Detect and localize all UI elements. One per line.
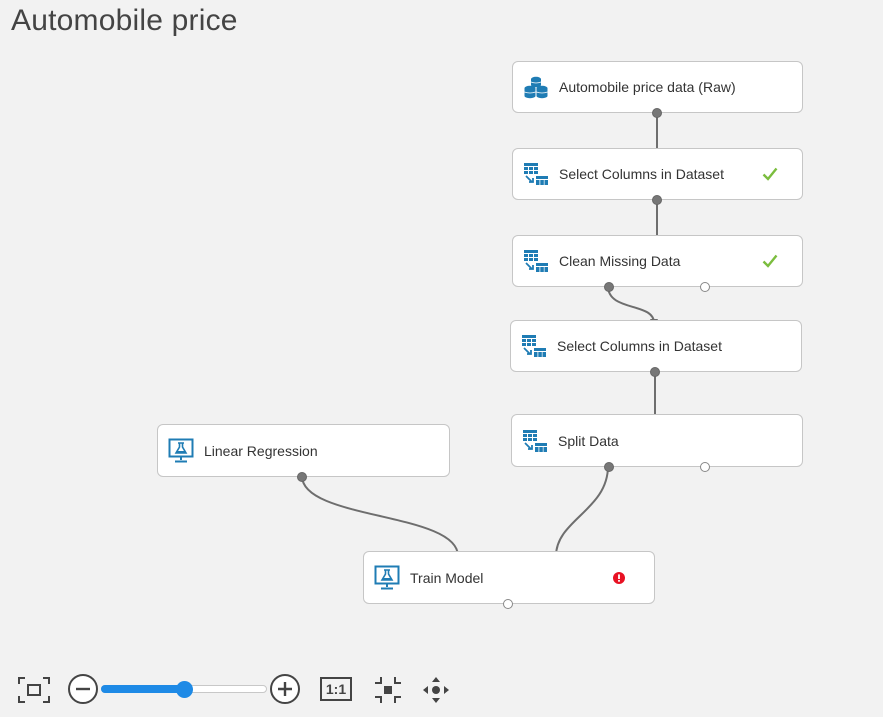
data-transform-icon — [522, 335, 546, 357]
output-port[interactable] — [652, 195, 662, 205]
zoom-in-icon[interactable] — [269, 673, 301, 705]
ml-model-icon — [168, 438, 194, 462]
error-icon[interactable] — [613, 571, 625, 584]
module-label: Split Data — [558, 432, 619, 449]
zoom-slider-thumb[interactable] — [175, 681, 193, 698]
module-label: Automobile price data (Raw) — [559, 79, 736, 95]
module-label: Train Model — [410, 569, 484, 586]
pan-icon[interactable] — [421, 675, 451, 705]
output-port[interactable] — [297, 472, 307, 482]
output-port[interactable] — [700, 462, 710, 472]
module-train-model[interactable]: Train Model — [363, 551, 655, 609]
module-linear-regression[interactable]: Linear Regression — [157, 424, 450, 482]
output-port[interactable] — [652, 108, 662, 118]
actual-size-label: 1:1 — [325, 681, 347, 697]
edge-clean-to-select2 — [607, 285, 658, 327]
module-label: Linear Regression — [204, 442, 318, 459]
output-port[interactable] — [650, 367, 660, 377]
module-label: Clean Missing Data — [559, 253, 681, 269]
output-port[interactable] — [604, 462, 614, 472]
data-transform-icon — [524, 163, 548, 185]
module-select-columns-2[interactable]: Select Columns in Dataset — [510, 320, 802, 377]
module-clean-missing-data[interactable]: Clean Missing Data — [512, 235, 803, 292]
output-port[interactable] — [700, 282, 710, 292]
checkmark-icon — [762, 254, 778, 268]
module-label: Select Columns in Dataset — [557, 338, 722, 354]
zoom-out-icon[interactable] — [67, 673, 99, 705]
module-automobile-price-data[interactable]: Automobile price data (Raw) — [512, 61, 803, 118]
edge-linreg-to-train — [301, 475, 462, 560]
dataset-icon — [524, 76, 548, 99]
center-icon[interactable] — [373, 675, 403, 705]
ml-model-icon — [374, 565, 400, 589]
actual-size-button[interactable]: 1:1 — [320, 677, 352, 701]
edge-split-to-train — [552, 465, 609, 560]
experiment-title: Automobile price — [11, 4, 238, 37]
data-transform-icon — [524, 250, 548, 272]
module-label: Select Columns in Dataset — [559, 166, 724, 182]
zoom-slider-fill — [101, 685, 184, 693]
fit-to-screen-icon[interactable] — [17, 676, 51, 704]
data-transform-icon — [523, 429, 547, 452]
output-port[interactable] — [503, 599, 513, 609]
checkmark-icon — [762, 167, 778, 181]
module-select-columns-1[interactable]: Select Columns in Dataset — [512, 148, 803, 205]
output-port[interactable] — [604, 282, 614, 292]
module-split-data[interactable]: Split Data — [511, 414, 803, 472]
